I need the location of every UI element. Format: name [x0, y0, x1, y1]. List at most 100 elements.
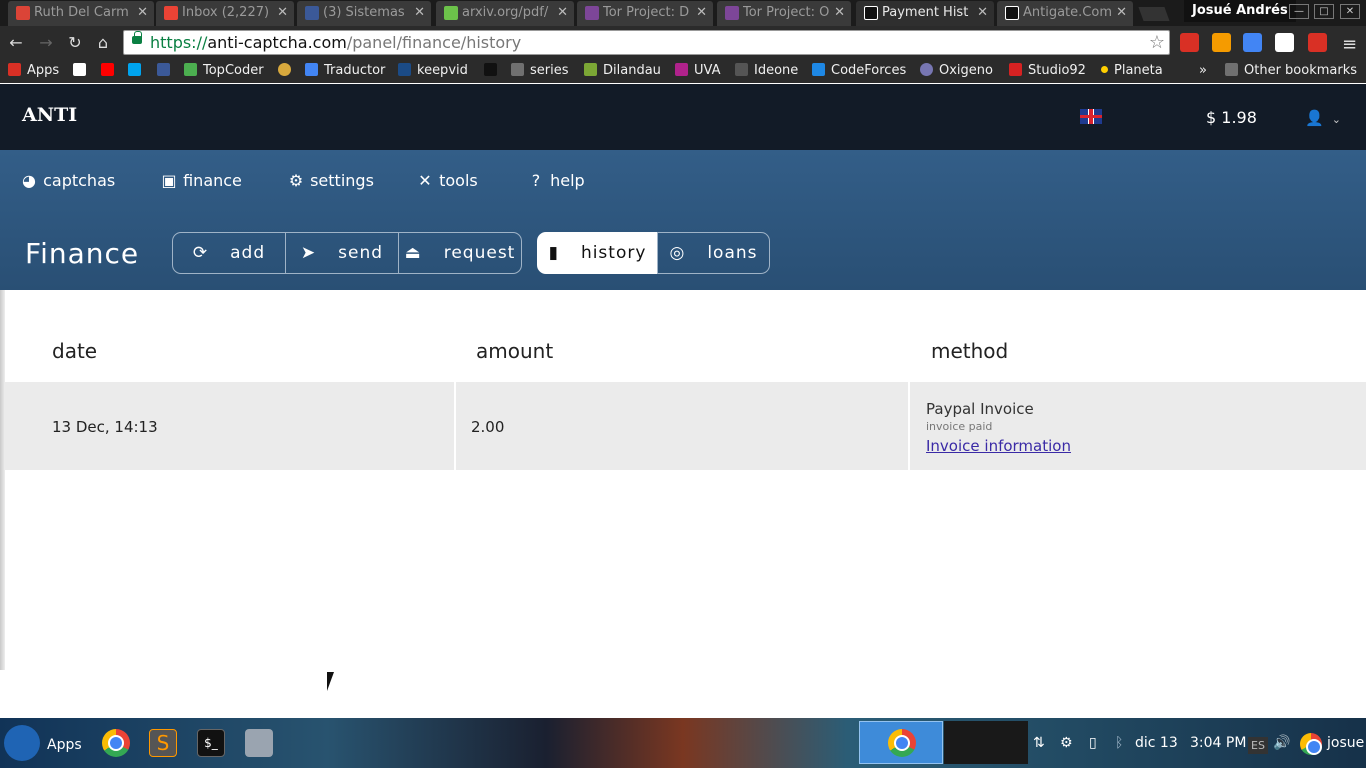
browser-menu-icon[interactable]: ≡: [1342, 34, 1357, 55]
nav-tools[interactable]: ✕ tools: [416, 171, 477, 190]
battery-icon[interactable]: ▯: [1089, 735, 1097, 751]
chrome-icon: [888, 729, 916, 757]
taskbar-window[interactable]: [944, 721, 1028, 764]
bookmark-item[interactable]: keepvid: [398, 62, 468, 80]
tor-icon: [725, 6, 739, 20]
reload-icon[interactable]: ↻: [64, 32, 86, 54]
browser-tab[interactable]: Inbox (2,227) ✕: [156, 1, 294, 26]
amount-column-header: amount: [476, 339, 554, 363]
minimize-button[interactable]: —: [1289, 4, 1309, 19]
browser-tab[interactable]: Antigate.Com ✕: [997, 1, 1133, 26]
bookmark-item[interactable]: [73, 62, 92, 80]
time-display[interactable]: 3:04 PM: [1190, 735, 1246, 751]
bookmark-item[interactable]: Dilandau: [584, 62, 661, 80]
request-funds-button[interactable]: ⏏ request: [398, 232, 522, 274]
close-window-button[interactable]: ✕: [1340, 4, 1360, 19]
bookmark-item[interactable]: Oxigeno: [920, 62, 993, 80]
keyboard-language[interactable]: ES: [1248, 737, 1268, 754]
terminal-icon[interactable]: $_: [197, 729, 225, 757]
site-logo[interactable]: ANTI: [22, 104, 77, 126]
close-icon[interactable]: ✕: [137, 1, 148, 25]
payment-history-row: [4, 382, 1366, 470]
bookmark-folder[interactable]: series: [511, 62, 569, 80]
sublime-text-icon[interactable]: S: [149, 729, 177, 757]
bookmark-item[interactable]: Planeta: [1101, 62, 1163, 80]
restore-button[interactable]: □: [1314, 4, 1334, 19]
extension-icon[interactable]: [1308, 33, 1327, 52]
add-funds-button[interactable]: ⟳ add: [172, 232, 286, 274]
bookmark-item[interactable]: TopCoder: [184, 62, 264, 80]
bookmark-label: Traductor: [324, 63, 386, 78]
bookmark-item[interactable]: CodeForces: [812, 62, 906, 80]
folder-icon[interactable]: [245, 729, 273, 757]
tab-label: history: [580, 243, 647, 263]
address-bar[interactable]: https://anti-captcha.com/panel/finance/h…: [123, 30, 1170, 55]
tab-title: Tor Project: O: [743, 5, 830, 20]
extension-icon[interactable]: [1275, 33, 1294, 52]
bookmark-item[interactable]: Ideone: [735, 62, 798, 80]
new-tab-button[interactable]: [1138, 7, 1170, 21]
volume-icon[interactable]: 🔊: [1273, 735, 1290, 751]
chrome-tray-icon[interactable]: [1300, 733, 1322, 755]
letter-a-icon: [484, 63, 497, 76]
bookmark-item[interactable]: [128, 62, 147, 80]
bookmark-item[interactable]: UVA: [675, 62, 720, 80]
bookmark-item[interactable]: Studio92: [1009, 62, 1086, 80]
facebook-icon: [157, 63, 170, 76]
button-label: send: [338, 243, 384, 263]
home-icon[interactable]: ⌂: [92, 32, 114, 54]
account-balance[interactable]: $ 1.98: [1206, 108, 1257, 127]
chrome-icon[interactable]: [102, 729, 130, 757]
send-funds-button[interactable]: ➤ send: [285, 232, 399, 274]
browser-tab[interactable]: arxiv.org/pdf/ ✕: [436, 1, 574, 26]
button-label: request: [443, 243, 516, 263]
active-browser-tab[interactable]: Payment Hist ✕: [856, 1, 994, 26]
close-icon[interactable]: ✕: [696, 1, 707, 25]
nav-finance[interactable]: ▣ finance: [160, 171, 241, 190]
apps-menu-button[interactable]: Apps: [4, 725, 82, 763]
close-icon[interactable]: ✕: [1116, 1, 1127, 25]
browser-tab[interactable]: Tor Project: O ✕: [717, 1, 851, 26]
close-icon[interactable]: ✕: [277, 1, 288, 25]
nav-help[interactable]: ? help: [527, 171, 585, 190]
user-menu[interactable]: 👤 ⌄: [1305, 109, 1341, 127]
close-icon[interactable]: ✕: [834, 1, 845, 25]
profile-button[interactable]: Josué Andrés: [1184, 0, 1296, 22]
bookmarks-overflow-button[interactable]: »: [1199, 62, 1207, 80]
back-icon[interactable]: ←: [5, 32, 27, 54]
youtube-icon: [101, 63, 114, 76]
bookmark-item[interactable]: Apps: [8, 62, 59, 80]
history-tab[interactable]: ▮ history: [537, 232, 658, 274]
invoice-information-link[interactable]: Invoice information: [926, 437, 1071, 455]
bookmark-star-icon[interactable]: ☆: [1149, 31, 1165, 54]
browser-tab[interactable]: Tor Project: D ✕: [577, 1, 713, 26]
uk-flag-icon[interactable]: [1080, 109, 1102, 124]
browser-tab[interactable]: Ruth Del Carm ✕: [8, 1, 154, 26]
browser-tab-strip: Ruth Del Carm ✕ Inbox (2,227) ✕ (3) Sistem…: [0, 0, 1366, 26]
translate-icon[interactable]: [1243, 33, 1262, 52]
bookmark-item[interactable]: Traductor: [305, 62, 385, 80]
url-path: /panel/finance/history: [346, 33, 522, 52]
network-icon[interactable]: ⇅: [1033, 735, 1045, 751]
close-icon[interactable]: ✕: [557, 1, 568, 25]
extension-icon[interactable]: [1180, 33, 1199, 52]
nav-settings[interactable]: ⚙ settings: [287, 171, 374, 190]
forward-icon[interactable]: →: [35, 32, 57, 54]
bluetooth-icon[interactable]: ᛒ: [1115, 735, 1123, 751]
loans-tab[interactable]: ◎ loans: [657, 232, 770, 274]
settings-icon[interactable]: ⚙: [1060, 735, 1073, 751]
nav-captchas[interactable]: ◕ captchas: [20, 171, 115, 190]
bookmark-item[interactable]: [278, 62, 297, 80]
bookmark-item[interactable]: [101, 62, 120, 80]
active-chrome-window[interactable]: [859, 721, 943, 764]
payment-status: invoice paid: [926, 420, 993, 433]
close-icon[interactable]: ✕: [977, 1, 988, 25]
bookmark-item[interactable]: [157, 62, 176, 80]
close-icon[interactable]: ✕: [414, 1, 425, 25]
bookmark-item[interactable]: [484, 62, 503, 80]
other-bookmarks-folder[interactable]: Other bookmarks: [1225, 62, 1357, 80]
username-label[interactable]: josue: [1327, 735, 1364, 751]
browser-tab[interactable]: (3) Sistemas ✕: [297, 1, 431, 26]
extension-icon[interactable]: [1212, 33, 1231, 52]
date-display[interactable]: dic 13: [1135, 735, 1178, 751]
